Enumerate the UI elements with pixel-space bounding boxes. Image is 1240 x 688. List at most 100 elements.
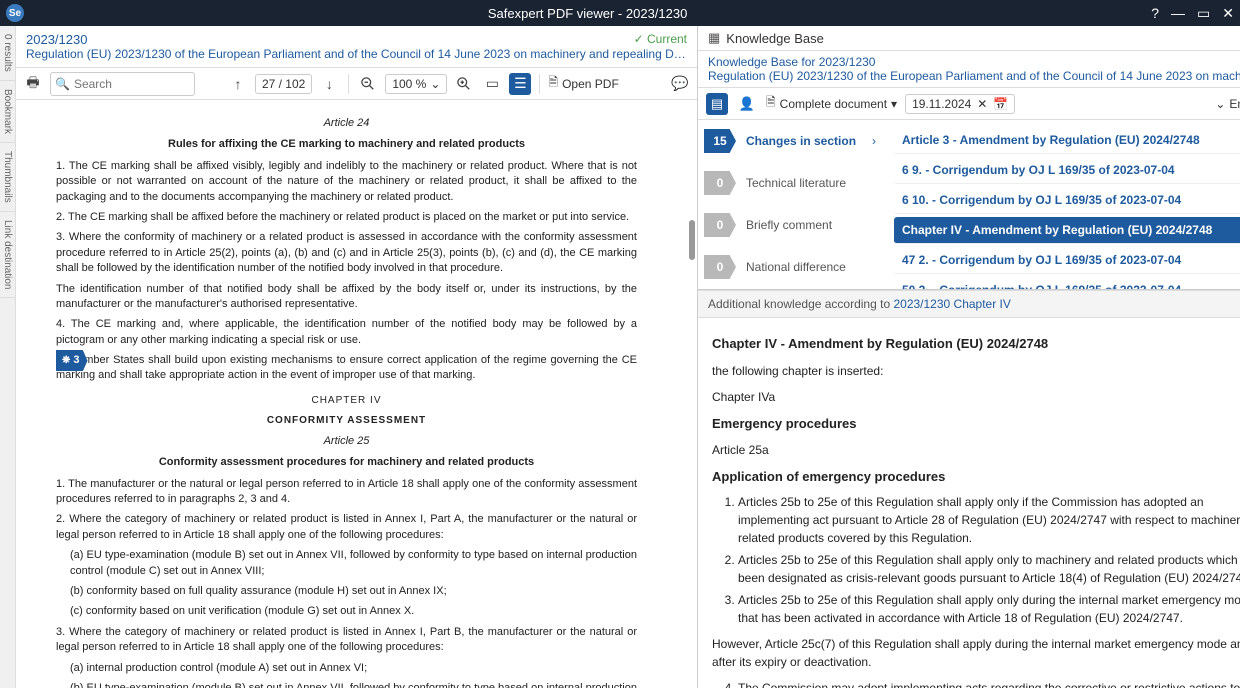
- pdf-paragraph: The identification number of that notifi…: [56, 282, 637, 313]
- pdf-icon: 🗎: [548, 73, 558, 94]
- kb-title: Knowledge Base: [726, 31, 824, 46]
- kb-cat-label: National difference: [736, 260, 888, 274]
- kb-subheader: Knowledge Base for 2023/1230 Regulation …: [698, 51, 1240, 88]
- kb-cat-label: Technical literature: [736, 176, 888, 190]
- titlebar: Se Safexpert PDF viewer - 2023/1230 ? — …: [0, 0, 1240, 26]
- change-marker[interactable]: 3: [56, 350, 88, 371]
- kb-detail-link[interactable]: 2023/1230 Chapter IV: [893, 297, 1010, 311]
- side-tab-results[interactable]: 0 results: [0, 26, 15, 81]
- page-indicator[interactable]: 27 / 102: [255, 74, 312, 94]
- pdf-content[interactable]: 3 Article 24 Rules for affixing the CE m…: [16, 100, 697, 688]
- kb-cat-label: Changes in section: [736, 134, 872, 148]
- count-badge: 0: [704, 171, 736, 195]
- detail-text: Article 25a: [712, 441, 1240, 459]
- detail-list-item: Articles 25b to 25e of this Regulation s…: [738, 551, 1240, 587]
- kb-view-doc-icon[interactable]: ▤: [706, 93, 728, 115]
- print-icon[interactable]: 🖶: [22, 73, 44, 95]
- doc-scope-dropdown[interactable]: 🗎 Complete document ▾: [766, 93, 897, 114]
- chapter-label: CHAPTER IV: [56, 394, 637, 408]
- kb-view-person-icon[interactable]: 👤: [736, 93, 758, 115]
- book-icon: ▦: [708, 30, 720, 46]
- maximize-icon[interactable]: ▭: [1197, 5, 1210, 22]
- kb-categories: 15 Changes in section › 0 Technical lite…: [698, 120, 888, 289]
- pdf-list-item: (c) conformity based on unit verificatio…: [56, 604, 637, 619]
- detail-ordered-list: The Commission may adopt implementing ac…: [712, 679, 1240, 688]
- side-tab-link-destination[interactable]: Link destination: [0, 212, 15, 299]
- pdf-list-item: (b) EU type-examination (module B) set o…: [56, 681, 637, 688]
- detail-text: However, Article 25c(7) of this Regulati…: [712, 635, 1240, 671]
- document-icon: 🗎: [766, 93, 776, 114]
- kb-cat-changes[interactable]: 15 Changes in section ›: [698, 120, 888, 162]
- detail-ordered-list: Articles 25b to 25e of this Regulation s…: [712, 493, 1240, 627]
- pdf-paragraph: 4. The CE marking and, where applicable,…: [56, 317, 637, 348]
- kb-item[interactable]: 47 2. - Corrigendum by OJ L 169/35 of 20…: [894, 247, 1240, 274]
- pdf-toolbar: 🖶 🔍 ↑ 27 / 102 ↓ 100 %⌄ ▭ ☰ 🗎 Open PDF 💬: [16, 68, 697, 100]
- pdf-paragraph: 3. Where the conformity of machinery or …: [56, 230, 637, 276]
- search-group: 🔍: [50, 72, 195, 96]
- pdf-list-item: (a) internal production control (module …: [56, 661, 637, 676]
- chevron-down-icon: ▾: [891, 97, 897, 111]
- language-dropdown[interactable]: ⌄ English ▾: [1215, 97, 1240, 111]
- search-input[interactable]: [70, 77, 190, 91]
- window-controls: ? — ▭ ✕: [1151, 5, 1234, 22]
- pdf-paragraph: 3. Where the category of machinery or re…: [56, 625, 637, 656]
- kb-item[interactable]: Chapter IV - Amendment by Regulation (EU…: [894, 217, 1240, 244]
- comment-icon[interactable]: 💬: [669, 73, 691, 95]
- article-label: Article 25: [56, 434, 637, 449]
- pdf-paragraph: 2. The CE marking shall be affixed befor…: [56, 210, 637, 225]
- side-tab-bookmark[interactable]: Bookmark: [0, 81, 15, 143]
- kb-doc-title: Regulation (EU) 2023/1230 of the Europea…: [708, 69, 1240, 83]
- fit-width-icon[interactable]: ▭: [481, 73, 503, 95]
- current-badge: Current: [634, 32, 687, 46]
- detail-text: the following chapter is inserted:: [712, 362, 1240, 380]
- page-down-icon[interactable]: ↓: [318, 73, 340, 95]
- kb-toolbar: ▤ 👤 🗎 Complete document ▾ 19.11.2024 ✕ 📅…: [698, 88, 1240, 120]
- side-tab-thumbnails[interactable]: Thumbnails: [0, 143, 15, 212]
- kb-cat-comment[interactable]: 0 Briefly comment: [698, 204, 888, 246]
- kb-detail-header: Additional knowledge according to 2023/1…: [698, 290, 1240, 318]
- window-title: Safexpert PDF viewer - 2023/1230: [24, 6, 1151, 21]
- detail-text: Chapter IVa: [712, 388, 1240, 406]
- kb-item[interactable]: 6 10. - Corrigendum by OJ L 169/35 of 20…: [894, 187, 1240, 214]
- pdf-paragraph: 5. Member States shall build upon existi…: [56, 353, 637, 384]
- article-label: Article 24: [56, 116, 637, 131]
- kb-for-label: Knowledge Base for 2023/1230: [708, 55, 1240, 69]
- detail-title: Chapter IV - Amendment by Regulation (EU…: [712, 334, 1240, 354]
- clear-date-icon[interactable]: ✕: [977, 97, 987, 111]
- zoom-out-icon[interactable]: [357, 73, 379, 95]
- minimize-icon[interactable]: —: [1171, 5, 1185, 22]
- help-icon[interactable]: ?: [1151, 5, 1159, 22]
- app-icon: Se: [6, 4, 24, 22]
- count-badge: 0: [704, 255, 736, 279]
- kb-item[interactable]: 6 9. - Corrigendum by OJ L 169/35 of 202…: [894, 157, 1240, 184]
- side-tabs: 0 results Bookmark Thumbnails Link desti…: [0, 26, 16, 688]
- open-pdf-button[interactable]: 🗎 Open PDF: [548, 73, 618, 94]
- zoom-level[interactable]: 100 %⌄: [385, 74, 447, 94]
- calendar-icon[interactable]: 📅: [993, 97, 1008, 111]
- detail-heading: Application of emergency procedures: [712, 467, 1240, 487]
- kb-cat-label: Briefly comment: [736, 218, 888, 232]
- kb-header: ▦ Knowledge Base: [698, 26, 1240, 51]
- chevron-right-icon: ›: [872, 134, 888, 148]
- detail-list-item: Articles 25b to 25e of this Regulation s…: [738, 493, 1240, 547]
- list-view-icon[interactable]: ☰: [509, 73, 531, 95]
- page-up-icon[interactable]: ↑: [227, 73, 249, 95]
- doc-id: 2023/1230: [26, 32, 687, 47]
- scrollbar-thumb[interactable]: [689, 220, 695, 260]
- date-filter[interactable]: 19.11.2024 ✕ 📅: [905, 94, 1015, 114]
- chevron-down-icon: ⌄: [1215, 97, 1225, 111]
- doc-title: Regulation (EU) 2023/1230 of the Europea…: [26, 47, 687, 61]
- kb-cat-technical[interactable]: 0 Technical literature: [698, 162, 888, 204]
- close-icon[interactable]: ✕: [1222, 5, 1234, 22]
- kb-item-list[interactable]: Article 3 - Amendment by Regulation (EU)…: [888, 120, 1240, 289]
- pdf-list-item: (b) conformity based on full quality ass…: [56, 584, 637, 599]
- count-badge: 0: [704, 213, 736, 237]
- pdf-list-item: (a) EU type-examination (module B) set o…: [56, 548, 637, 579]
- kb-item[interactable]: Article 3 - Amendment by Regulation (EU)…: [894, 127, 1240, 154]
- kb-detail-content[interactable]: Chapter IV - Amendment by Regulation (EU…: [698, 318, 1240, 688]
- kb-item[interactable]: 50 2. - Corrigendum by OJ L 169/35 of 20…: [894, 277, 1240, 289]
- zoom-in-icon[interactable]: [453, 73, 475, 95]
- kb-cat-national[interactable]: 0 National difference: [698, 246, 888, 288]
- pdf-paragraph: 2. Where the category of machinery or re…: [56, 512, 637, 543]
- search-icon[interactable]: 🔍: [55, 77, 70, 91]
